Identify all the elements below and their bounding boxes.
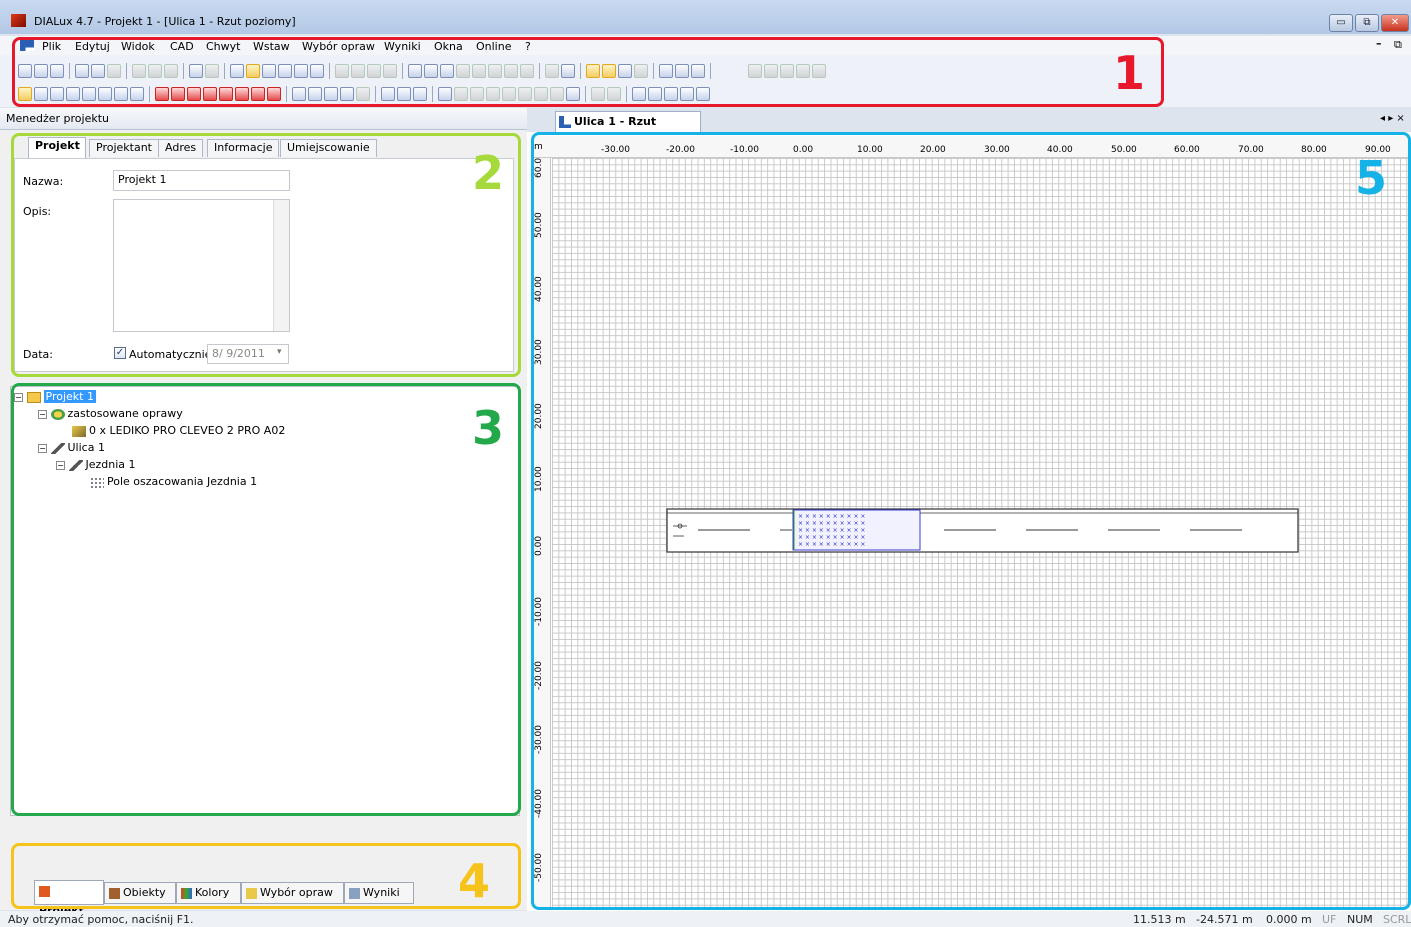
restore-button[interactable]: ⧉ (1355, 14, 1379, 32)
status-num: NUM (1347, 913, 1373, 926)
tab-floor-plan-view[interactable]: Ulica 1 - Rzut poziomy (555, 111, 701, 148)
status-scrl: SCRL (1383, 913, 1411, 926)
status-help-text: Aby otrzymać pomoc, naciśnij F1. (8, 913, 194, 926)
annotation-number-5: 5 (1355, 151, 1388, 205)
dialux-app-icon[interactable] (11, 14, 26, 27)
annotation-number-2: 2 (472, 146, 505, 200)
annotation-box-3 (11, 383, 521, 816)
mdi-minimize-button[interactable]: – (1376, 37, 1382, 50)
mdi-restore-button[interactable]: ⧉ (1394, 38, 1402, 52)
project-manager-title: Menedżer projektu (6, 112, 110, 125)
annotation-box-4 (11, 843, 521, 909)
status-x-coordinate: 11.513 m (1133, 913, 1186, 926)
status-y-coordinate: -24.571 m (1196, 913, 1253, 926)
annotation-number-3: 3 (472, 401, 505, 455)
status-z-coordinate: 0.000 m (1266, 913, 1312, 926)
annotation-number-4: 4 (458, 854, 491, 908)
annotation-box-2 (11, 133, 521, 377)
status-uf: UF (1322, 913, 1337, 926)
tab-nav-arrows-icon[interactable]: ◂ ▸ × (1380, 113, 1405, 124)
annotation-number-1: 1 (1113, 46, 1146, 100)
floor-plan-icon (559, 116, 571, 128)
window-title: DIALux 4.7 - Projekt 1 - [Ulica 1 - Rzut… (34, 15, 296, 28)
minimize-button[interactable]: ▭ (1329, 14, 1353, 32)
close-button[interactable]: ✕ (1381, 14, 1409, 32)
annotation-box-1 (12, 37, 1164, 107)
annotation-box-5 (531, 132, 1411, 910)
